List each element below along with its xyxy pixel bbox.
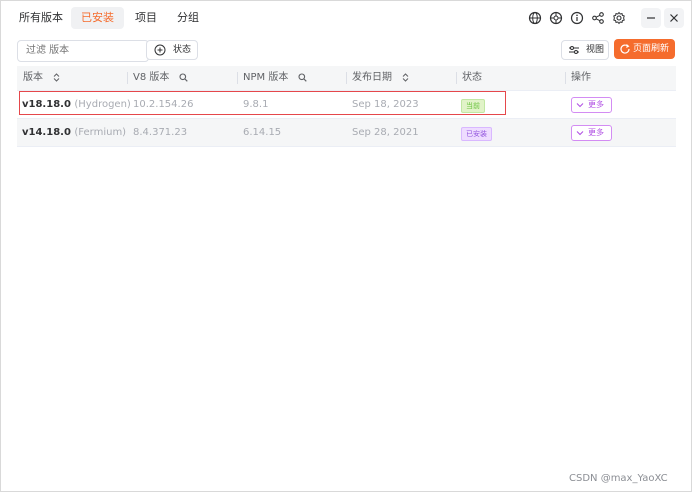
refresh-button[interactable]: 页面刷新 — [614, 39, 675, 59]
share-icon[interactable] — [591, 11, 605, 25]
refresh-label: 页面刷新 — [633, 44, 670, 54]
status-filter-label: 状态 — [173, 45, 192, 55]
table-header: 版本 V8 版本 NPM 版本 发布日期 状态 操作 — [17, 66, 676, 91]
globe-icon[interactable] — [528, 11, 542, 25]
v8-version-cell: 10.2.154.26 — [133, 99, 194, 110]
info-icon[interactable] — [570, 11, 584, 25]
plus-circle-icon — [154, 44, 166, 56]
chevron-down-icon — [576, 131, 584, 136]
status-badge: 已安装 — [461, 127, 492, 141]
status-badge: 当前 — [461, 99, 485, 113]
version-cell: v14.18.0 (Fermium) — [22, 127, 127, 138]
sort-icon — [402, 72, 409, 82]
view-label: 视图 — [586, 45, 605, 55]
versions-table: 版本 V8 版本 NPM 版本 发布日期 状态 操作 v18.18.0 (Hyd… — [17, 66, 676, 147]
watermark: CSDN @max_YaoXC — [569, 473, 668, 484]
more-button[interactable]: 更多 — [571, 125, 612, 141]
table-row: v18.18.0 (Hydrogen) 10.2.154.26 9.8.1 Se… — [17, 91, 676, 119]
more-button[interactable]: 更多 — [571, 97, 612, 113]
column-header-npm[interactable]: NPM 版本 — [237, 66, 307, 90]
column-header-status: 状态 — [456, 66, 482, 90]
tab-all-versions[interactable]: 所有版本 — [9, 7, 73, 29]
gear-icon[interactable] — [612, 11, 626, 25]
column-header-release-date[interactable]: 发布日期 — [346, 66, 410, 90]
v8-version-cell: 8.4.371.23 — [133, 127, 188, 138]
chevron-down-icon — [576, 103, 584, 108]
tab-projects[interactable]: 项目 — [125, 7, 167, 29]
aperture-icon[interactable] — [549, 11, 563, 25]
tab-groups[interactable]: 分组 — [167, 7, 209, 29]
sort-icon — [53, 72, 60, 82]
table-row: v14.18.0 (Fermium) 8.4.371.23 6.14.15 Se… — [17, 119, 676, 147]
close-icon — [670, 14, 678, 22]
top-bar: 所有版本 已安装 项目 分组 — [1, 1, 691, 35]
minimize-button[interactable] — [641, 8, 661, 28]
npm-version-cell: 9.8.1 — [243, 99, 269, 110]
column-header-actions: 操作 — [565, 66, 591, 90]
view-button[interactable]: 视图 — [561, 40, 609, 60]
search-icon — [297, 72, 307, 82]
version-cell: v18.18.0 (Hydrogen) — [22, 99, 131, 110]
release-date-cell: Sep 28, 2021 — [352, 127, 419, 138]
search-input[interactable] — [17, 40, 149, 62]
npm-version-cell: 6.14.15 — [243, 127, 282, 138]
app-window: 所有版本 已安装 项目 分组 状态 — [0, 0, 692, 492]
close-button[interactable] — [664, 8, 684, 28]
column-header-v8[interactable]: V8 版本 — [127, 66, 188, 90]
refresh-icon — [619, 43, 631, 55]
tab-installed[interactable]: 已安装 — [71, 7, 124, 29]
column-header-version[interactable]: 版本 — [23, 66, 61, 90]
release-date-cell: Sep 18, 2023 — [352, 99, 419, 110]
sliders-icon — [568, 44, 580, 56]
search-icon — [179, 72, 188, 82]
status-filter-button[interactable]: 状态 — [146, 40, 198, 60]
